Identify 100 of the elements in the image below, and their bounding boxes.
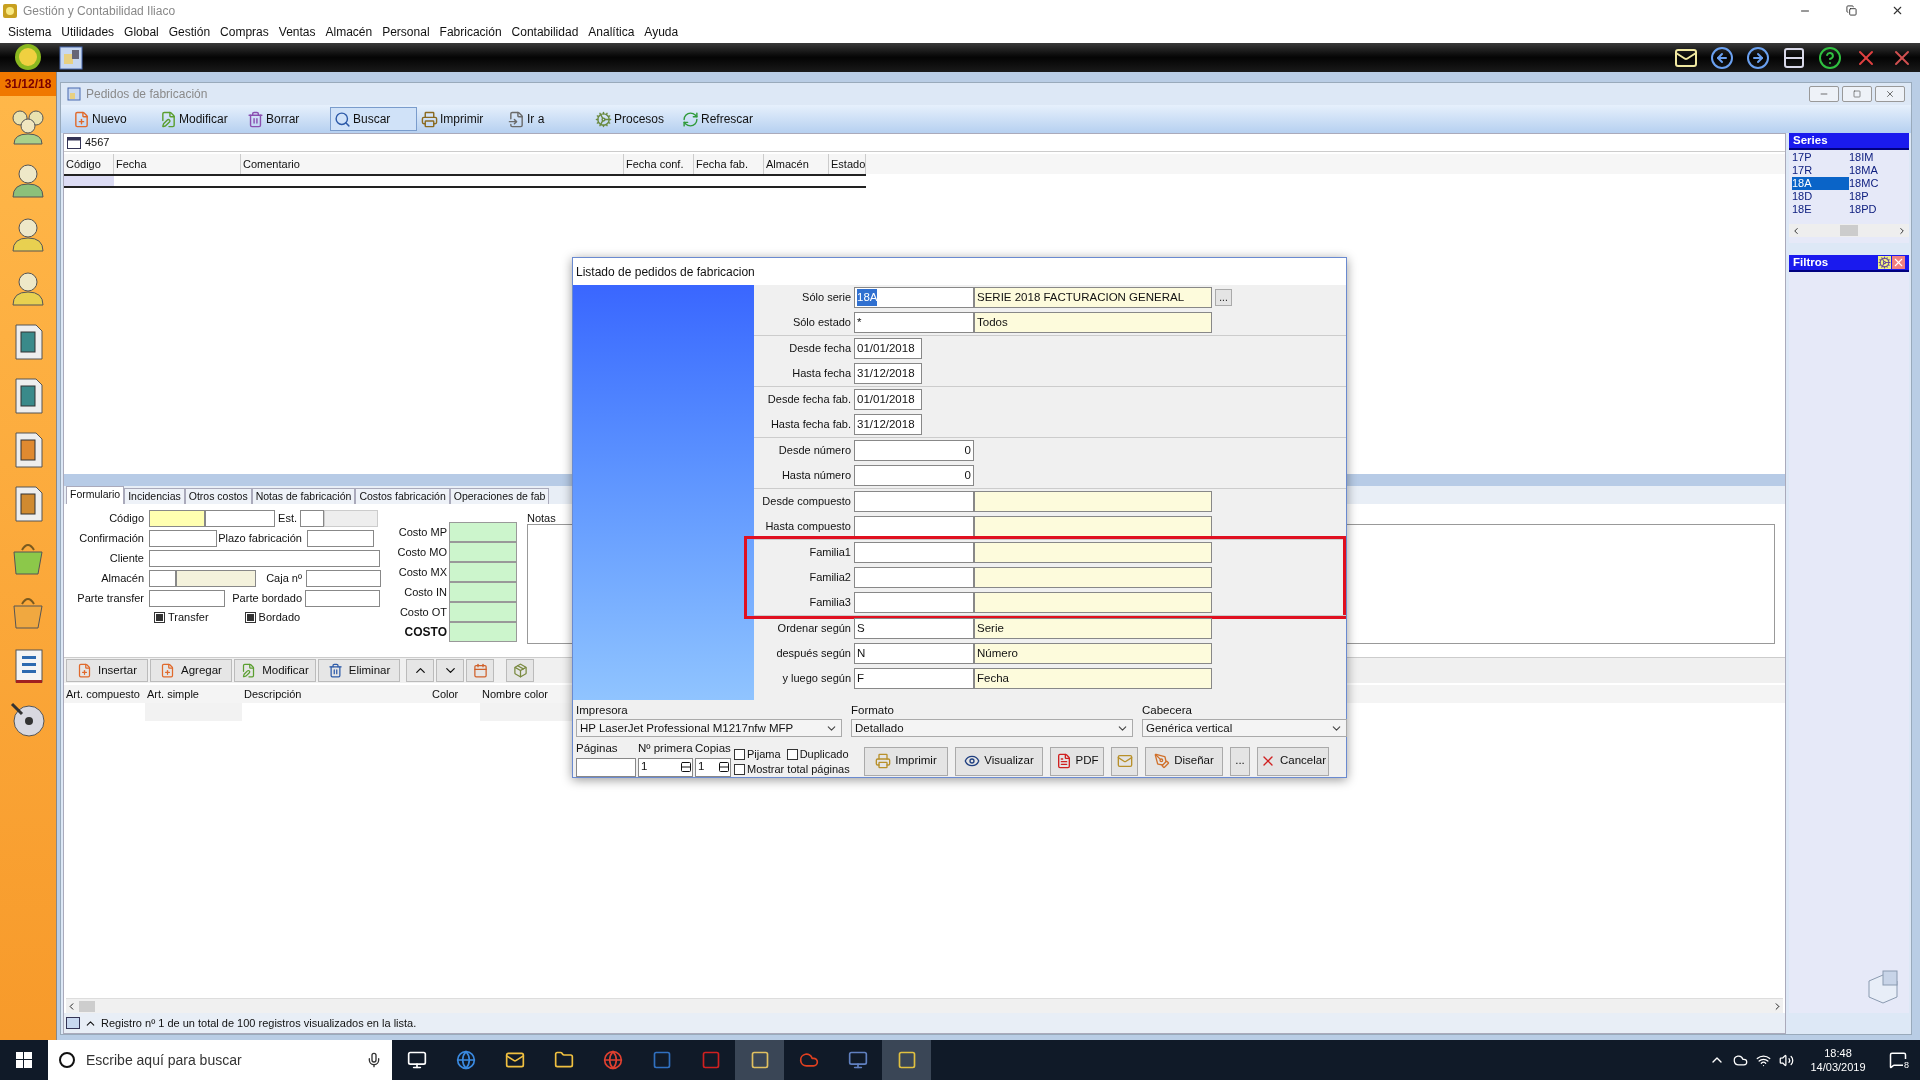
more-button[interactable]: ... [1230,746,1250,776]
warehouse-field[interactable] [149,570,176,587]
printer-select[interactable]: HP LaserJet Professional M1217nfw MFP [576,719,842,738]
spin-field[interactable]: 1 [695,757,731,777]
menu-item[interactable]: Ventas [273,23,321,41]
checkbox[interactable] [786,748,798,760]
menu-item[interactable]: Analítica [583,23,640,41]
menu-item[interactable]: Personal [377,23,435,41]
column-header[interactable]: Art. compuesto [64,685,145,703]
code-field[interactable]: S [854,618,974,639]
volume-icon[interactable] [1779,1052,1794,1068]
code-field[interactable] [854,567,974,588]
menu-item[interactable]: Almacén [320,23,378,41]
back-icon[interactable] [1710,45,1734,70]
series-item[interactable]: 18IM [1849,151,1906,164]
search-field[interactable]: Escribe aquí para buscar [48,1040,392,1080]
series-item[interactable]: 17P [1792,151,1849,164]
checkbox[interactable] [734,748,745,760]
code-field[interactable]: * [854,312,974,333]
confirmation-field[interactable] [149,530,217,547]
dialog-button[interactable]: PDF [1050,746,1104,776]
menu-item[interactable]: Global [119,23,164,41]
app-icon[interactable] [59,45,83,70]
network-icon[interactable] [1756,1052,1771,1068]
gear-icon[interactable] [1878,256,1891,269]
menu-item[interactable]: Compras [215,23,274,41]
action-button[interactable]: Insertar [66,659,148,682]
scroll-right-icon[interactable] [1897,225,1907,236]
tab[interactable]: Otros costos [184,488,252,504]
column-header[interactable]: Fecha fab. [694,154,764,174]
code-field[interactable]: N [854,643,974,664]
scrollbar-thumb[interactable] [79,1000,95,1012]
move-up-button[interactable] [406,659,434,682]
column-header[interactable]: Color [430,685,480,703]
series-item[interactable]: 18D [1792,190,1849,203]
mail-button[interactable] [1111,746,1138,776]
toolbar-button[interactable]: Nuevo [69,107,156,131]
series-item[interactable]: 18MA [1849,164,1906,177]
code-field[interactable] [854,516,974,537]
tab[interactable]: Formulario [66,486,125,504]
checkbox[interactable] [154,612,165,623]
code-field[interactable] [149,510,205,527]
toolbar-button[interactable]: Modificar [156,107,243,131]
checkbox[interactable] [244,612,256,623]
notification-button[interactable]: 8 [1882,1040,1914,1080]
lookup-button[interactable]: ... [1215,289,1232,306]
windows-icon[interactable] [16,1052,32,1068]
menu-item[interactable]: Gestión [163,23,216,41]
menu-item[interactable]: Utilidades [56,23,120,41]
menu-item[interactable]: Fabricación [434,23,507,41]
tab[interactable]: Notas de fabricación [251,488,356,504]
tab[interactable]: Incidencias [124,488,185,504]
dialog-button[interactable]: Imprimir [864,746,948,776]
toolbar-button[interactable]: Imprimir [417,107,504,131]
code-field[interactable] [205,510,275,527]
help-icon[interactable] [1818,45,1842,70]
date-field[interactable]: 01/01/2018 [854,338,922,359]
series-item[interactable]: 18E [1792,203,1849,216]
toolbar-button[interactable]: Refrescar [678,107,765,131]
package-button[interactable] [506,659,534,682]
toolbar-button[interactable]: Buscar [330,107,417,131]
clock[interactable]: 18:48 14/03/2019 [1802,1046,1874,1074]
code-field[interactable] [854,542,974,563]
column-header[interactable]: Fecha [114,154,241,174]
close-icon[interactable] [1892,256,1905,269]
action-button[interactable]: Agregar [150,659,232,682]
series-item[interactable]: 18A [1792,177,1849,190]
embroidery-part-field[interactable] [305,590,380,607]
toolbar-button[interactable]: Procesos [591,107,678,131]
code-field[interactable]: 18A [854,287,974,308]
action-button[interactable]: Modificar [234,659,316,682]
column-header[interactable]: Comentario [241,154,624,174]
transfer-part-field[interactable] [149,590,225,607]
move-down-button[interactable] [436,659,464,682]
menu-item[interactable]: Contabilidad [506,23,584,41]
close-button[interactable] [1875,86,1905,102]
column-header[interactable]: Código [64,154,114,174]
series-item[interactable]: 18PD [1849,203,1906,216]
number-field[interactable]: 0 [854,465,974,486]
date-field[interactable]: 01/01/2018 [854,389,922,410]
dialog-button[interactable]: Visualizar [955,746,1043,776]
cloud-icon[interactable] [1733,1052,1748,1068]
tab[interactable]: Costos fabricación [355,488,450,504]
date-field[interactable]: 31/12/2018 [854,363,922,384]
menu-item[interactable]: Sistema [3,23,57,41]
format-select[interactable]: Detallado [851,719,1133,738]
column-header[interactable]: Art. simple [145,685,242,703]
date-field[interactable]: 31/12/2018 [854,414,922,435]
disc-icon[interactable] [8,700,48,740]
minimize-button[interactable] [1809,86,1839,102]
spin-field[interactable]: 1 [638,757,693,777]
series-item[interactable]: 18MC [1849,177,1906,190]
action-button[interactable]: Eliminar [318,659,400,682]
state-field[interactable] [300,510,324,527]
code-field[interactable] [854,592,974,613]
column-header[interactable]: Descripción [242,685,430,703]
term-field[interactable] [307,530,374,547]
maximize-button[interactable] [1842,86,1872,102]
scrollbar-thumb[interactable] [1840,225,1858,236]
tab[interactable]: Operaciones de fab [449,488,550,504]
